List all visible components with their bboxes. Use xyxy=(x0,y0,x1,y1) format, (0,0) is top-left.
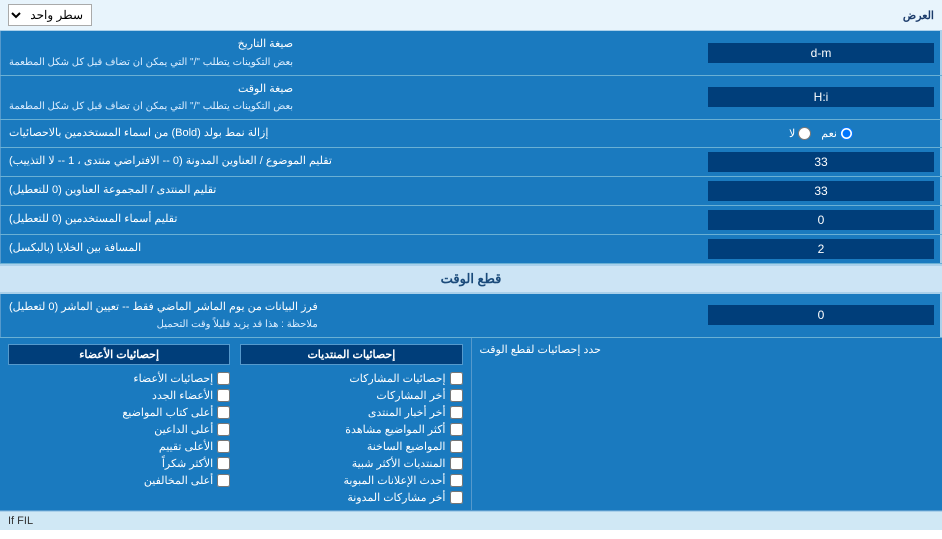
stats-forum-news[interactable]: أخر أخبار المنتدى xyxy=(240,406,462,419)
stats-checkboxes-container: إحصائيات المنتديات إحصائيات المشاركات أخ… xyxy=(0,338,471,510)
stats-hot-topics[interactable]: المواضيع الساخنة xyxy=(240,440,462,453)
stats-similar-forums-cb[interactable] xyxy=(450,457,463,470)
stats-last-posts-cb[interactable] xyxy=(450,389,463,402)
bold-remove-label: إزالة نمط بولد (Bold) من اسماء المستخدمي… xyxy=(0,120,702,147)
time-format-input-cell[interactable]: H:i xyxy=(702,76,942,120)
display-dropdown[interactable]: سطر واحد سطرين ثلاثة أسطر xyxy=(8,4,92,26)
cell-spacing-row: 2 المسافة بين الخلايا (بالبكسل) xyxy=(0,235,942,264)
time-format-input[interactable]: H:i xyxy=(708,87,934,107)
stats-top-raters-cb[interactable] xyxy=(217,440,230,453)
stats-last-posts[interactable]: أخر المشاركات xyxy=(240,389,462,402)
topic-title-trim-label: تقليم الموضوع / العناوين المدونة (0 -- ا… xyxy=(0,148,702,176)
cutoff-days-input[interactable]: 0 xyxy=(708,305,934,325)
stats-top-visitors[interactable]: أعلى المخالفين xyxy=(8,474,230,487)
stats-section-label: حدد إحصائيات لقطع الوقت xyxy=(471,338,942,510)
date-format-label: صيغة التاريخ بعض التكوينات يتطلب "/" الت… xyxy=(0,31,702,75)
display-label: العرض xyxy=(92,9,934,22)
usernames-trim-input[interactable]: 0 xyxy=(708,210,934,230)
topic-title-trim-input-cell[interactable]: 33 xyxy=(702,148,942,176)
forum-title-trim-input-cell[interactable]: 33 xyxy=(702,177,942,205)
cell-spacing-input[interactable]: 2 xyxy=(708,239,934,259)
usernames-trim-row: 0 تقليم أسماء المستخدمين (0 للتعطيل) xyxy=(0,206,942,235)
usernames-trim-label: تقليم أسماء المستخدمين (0 للتعطيل) xyxy=(0,206,702,234)
stats-forum-news-cb[interactable] xyxy=(450,406,463,419)
stats-new-members[interactable]: الأعضاء الجدد xyxy=(8,389,230,402)
stats-member-stats[interactable]: إحصائيات الأعضاء xyxy=(8,372,230,385)
stats-most-thanks[interactable]: الأكثر شكراً xyxy=(8,457,230,470)
stats-hot-topics-cb[interactable] xyxy=(450,440,463,453)
forum-title-trim-row: 33 تقليم المنتدى / المجموعة العناوين (0 … xyxy=(0,177,942,206)
stats-recent-ads[interactable]: أحدث الإعلانات المبوبة xyxy=(240,474,462,487)
time-format-row: H:i صيغة الوقت بعض التكوينات يتطلب "/" ا… xyxy=(0,76,942,121)
bold-no-radio[interactable] xyxy=(798,127,811,140)
bottom-note: If FIL xyxy=(0,511,942,530)
stats-participations[interactable]: إحصائيات المشاركات xyxy=(240,372,462,385)
stats-most-thanks-cb[interactable] xyxy=(217,457,230,470)
stats-participations-cb[interactable] xyxy=(450,372,463,385)
bold-remove-radio-group: نعم لا xyxy=(789,127,853,140)
stats-col2: إحصائيات الأعضاء إحصائيات الأعضاء الأعضا… xyxy=(8,344,230,504)
stats-top-visitors-cb[interactable] xyxy=(217,474,230,487)
date-format-input-cell[interactable]: d-m xyxy=(702,31,942,75)
cutoff-days-input-cell[interactable]: 0 xyxy=(702,294,942,338)
usernames-trim-input-cell[interactable]: 0 xyxy=(702,206,942,234)
stats-top-inviters[interactable]: أعلى الداعين xyxy=(8,423,230,436)
forum-title-trim-input[interactable]: 33 xyxy=(708,181,934,201)
stats-col1: إحصائيات المنتديات إحصائيات المشاركات أخ… xyxy=(240,344,462,504)
topic-title-trim-input[interactable]: 33 xyxy=(708,152,934,172)
stats-col1-header: إحصائيات المنتديات xyxy=(240,344,462,365)
topic-title-trim-row: 33 تقليم الموضوع / العناوين المدونة (0 -… xyxy=(0,148,942,177)
cutoff-days-label: فرز البيانات من يوم الماشر الماضي فقط --… xyxy=(0,294,702,338)
stats-top-raters[interactable]: الأعلى تقييم xyxy=(8,440,230,453)
stats-similar-forums[interactable]: المنتديات الأكثر شبية xyxy=(240,457,462,470)
bold-no-label[interactable]: لا xyxy=(789,127,811,140)
stats-top-inviters-cb[interactable] xyxy=(217,423,230,436)
stats-recent-ads-cb[interactable] xyxy=(450,474,463,487)
stats-last-blog-participations[interactable]: أخر مشاركات المدونة xyxy=(240,491,462,504)
stats-member-stats-cb[interactable] xyxy=(217,372,230,385)
cell-spacing-input-cell[interactable]: 2 xyxy=(702,235,942,263)
cell-spacing-label: المسافة بين الخلايا (بالبكسل) xyxy=(0,235,702,263)
cutoff-days-row: 0 فرز البيانات من يوم الماشر الماضي فقط … xyxy=(0,294,942,339)
stats-section: حدد إحصائيات لقطع الوقت إحصائيات المنتدي… xyxy=(0,338,942,511)
stats-col2-header: إحصائيات الأعضاء xyxy=(8,344,230,365)
stats-last-blog-participations-cb[interactable] xyxy=(450,491,463,504)
date-format-row: d-m صيغة التاريخ بعض التكوينات يتطلب "/"… xyxy=(0,31,942,76)
stats-top-posters-cb[interactable] xyxy=(217,406,230,419)
stats-most-viewed-cb[interactable] xyxy=(450,423,463,436)
stats-top-posters[interactable]: أعلى كتاب المواضيع xyxy=(8,406,230,419)
bold-yes-radio[interactable] xyxy=(840,127,853,140)
forum-title-trim-label: تقليم المنتدى / المجموعة العناوين (0 للت… xyxy=(0,177,702,205)
top-display-row: العرض سطر واحد سطرين ثلاثة أسطر xyxy=(0,0,942,31)
bold-yes-label[interactable]: نعم xyxy=(821,127,853,140)
stats-most-viewed[interactable]: أكثر المواضيع مشاهدة xyxy=(240,423,462,436)
stats-new-members-cb[interactable] xyxy=(217,389,230,402)
display-select-wrapper[interactable]: سطر واحد سطرين ثلاثة أسطر xyxy=(8,4,92,26)
bold-remove-input-cell[interactable]: نعم لا xyxy=(702,120,942,147)
cutoff-section-header: قطع الوقت xyxy=(0,264,942,294)
bold-remove-row: نعم لا إزالة نمط بولد (Bold) من اسماء ال… xyxy=(0,120,942,148)
date-format-input[interactable]: d-m xyxy=(708,43,934,63)
time-format-label: صيغة الوقت بعض التكوينات يتطلب "/" التي … xyxy=(0,76,702,120)
